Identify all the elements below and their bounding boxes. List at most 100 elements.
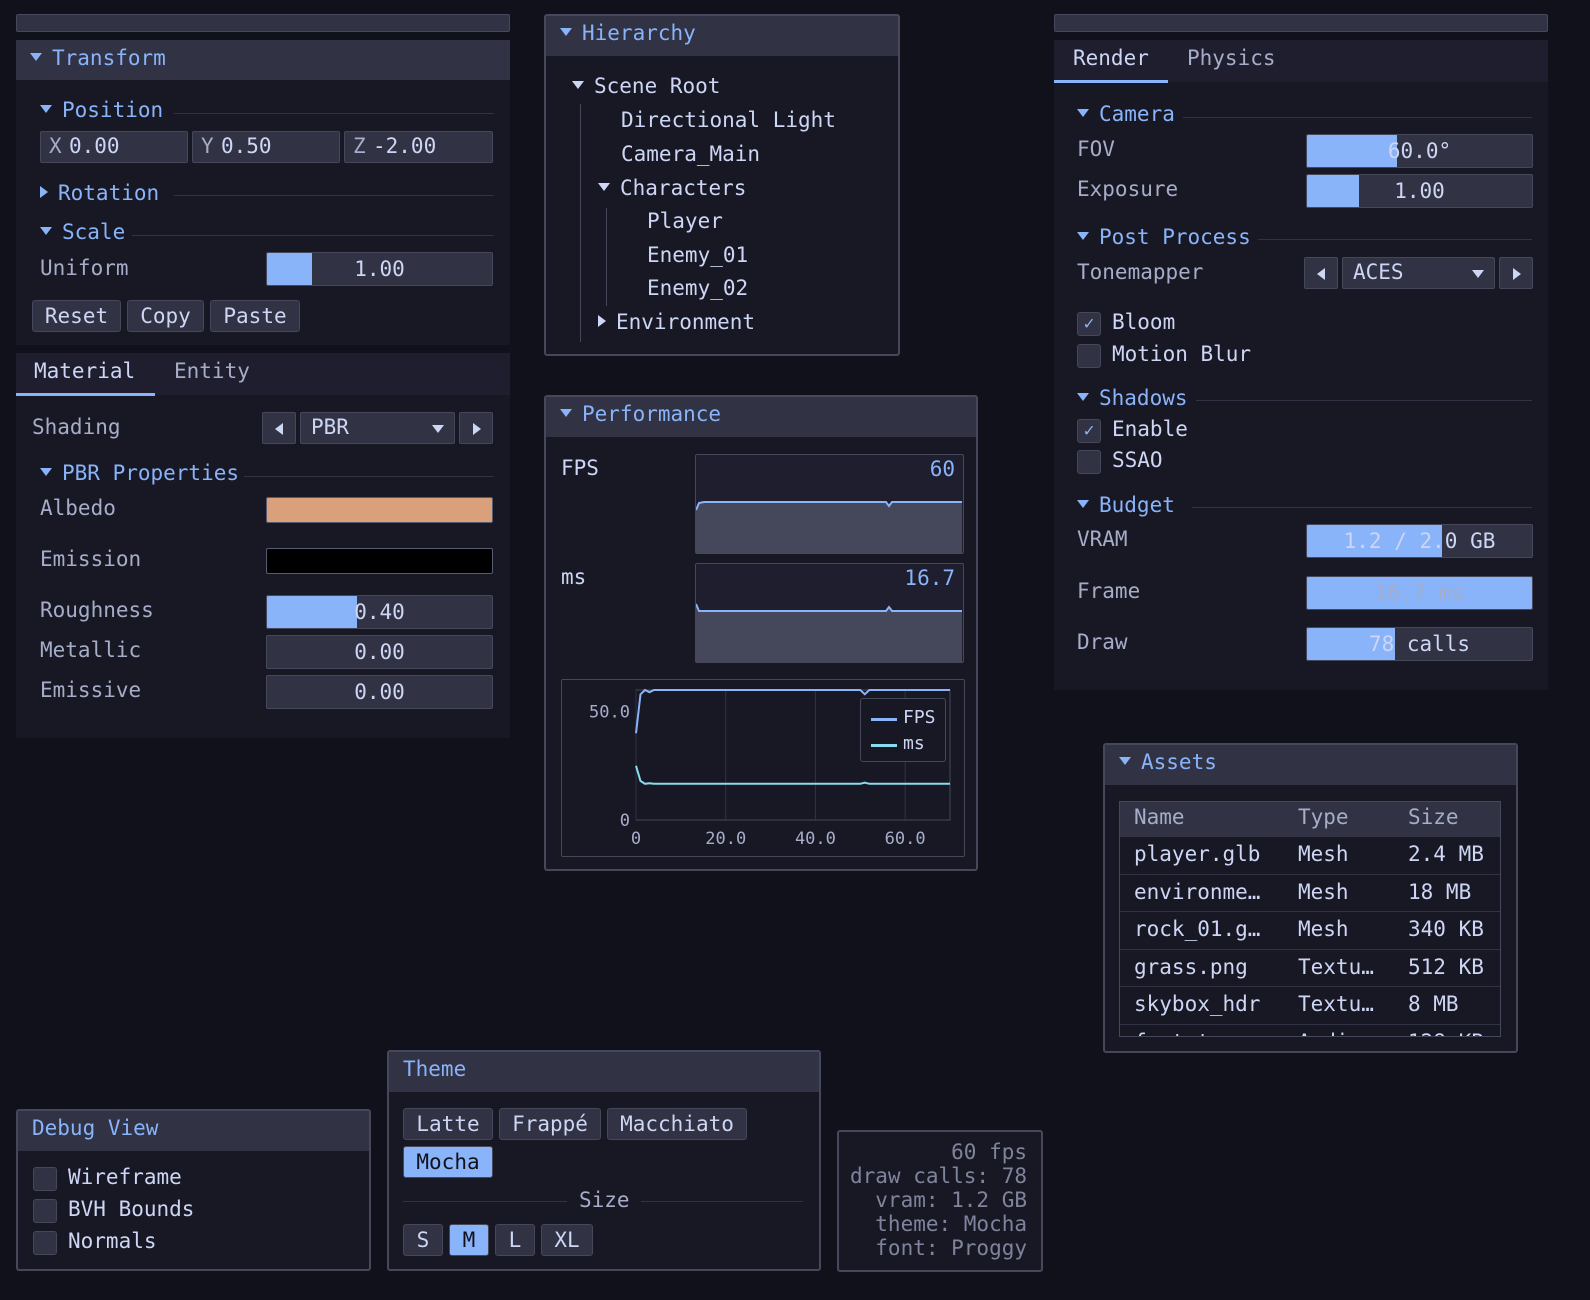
table-row[interactable]: grass.png Textu… 512 KB — [1120, 948, 1500, 988]
column-header-size[interactable]: Size — [1408, 805, 1459, 829]
emissive-slider[interactable]: 0.00 — [266, 675, 493, 709]
shadows-enable-checkbox[interactable]: ✓ — [1077, 419, 1101, 443]
wireframe-checkbox[interactable] — [33, 1167, 57, 1191]
bloom-checkbox[interactable]: ✓ — [1077, 312, 1101, 336]
cell-size: 512 KB — [1408, 954, 1484, 979]
tree-item-directional-light[interactable]: Directional Light — [621, 108, 836, 132]
divider — [1183, 117, 1532, 118]
table-row[interactable]: skybox_hdr Textu… 8 MB — [1120, 986, 1500, 1025]
transform-panel: Transform Position X 0.00 Y 0.50 Z -2.00… — [16, 40, 510, 345]
tree-item-enemy-01[interactable]: Enemy_01 — [647, 243, 748, 267]
table-row[interactable]: environme… Mesh 18 MB — [1120, 873, 1500, 913]
normals-checkbox[interactable] — [33, 1231, 57, 1255]
budget-section[interactable]: Budget — [1077, 493, 1175, 517]
ms-sparkline-area — [696, 604, 962, 662]
tonemapper-label: Tonemapper — [1077, 260, 1204, 284]
uniform-slider[interactable]: 1.00 — [266, 252, 493, 286]
shading-combo[interactable]: PBR — [300, 412, 455, 444]
post-process-section[interactable]: Post Process — [1077, 225, 1251, 249]
flavor-latte-button[interactable]: Latte — [403, 1108, 493, 1140]
exposure-slider[interactable]: 1.00 — [1306, 174, 1533, 208]
transform-title: Transform — [52, 46, 166, 70]
column-header-name[interactable]: Name — [1134, 805, 1185, 829]
paste-button[interactable]: Paste — [210, 300, 300, 332]
position-z-field[interactable]: Z -2.00 — [344, 131, 493, 163]
tree-item-characters[interactable]: Characters — [598, 176, 746, 200]
theme-window: Theme Latte Frappé Macchiato Mocha Size … — [387, 1050, 821, 1271]
theme-header[interactable]: Theme — [389, 1052, 819, 1092]
tab-underline — [16, 393, 155, 396]
vram-label: VRAM — [1077, 527, 1128, 551]
table-row[interactable]: player.glb Mesh 2.4 MB — [1120, 836, 1500, 875]
size-xl-button[interactable]: XL — [541, 1224, 593, 1256]
scale-section[interactable]: Scale — [40, 220, 125, 244]
emission-color-swatch[interactable] — [266, 548, 493, 574]
cell-name: grass.png — [1134, 954, 1248, 979]
tree-item-scene-root[interactable]: Scene Root — [572, 74, 720, 98]
cell-name: player.glb — [1134, 842, 1261, 866]
debug-view-header[interactable]: Debug View — [18, 1111, 369, 1151]
tree-item-environment[interactable]: Environment — [598, 310, 755, 334]
fov-slider[interactable]: 60.0° — [1306, 134, 1533, 168]
camera-section[interactable]: Camera — [1077, 102, 1175, 126]
shading-label: Shading — [32, 415, 121, 439]
transform-header[interactable]: Transform — [16, 40, 510, 80]
pbr-section[interactable]: PBR Properties — [40, 461, 239, 485]
position-section[interactable]: Position — [40, 98, 163, 122]
shading-next-button[interactable] — [459, 412, 493, 444]
size-l-button[interactable]: L — [495, 1224, 535, 1256]
ssao-checkbox[interactable] — [1077, 450, 1101, 474]
reset-button[interactable]: Reset — [32, 300, 121, 332]
x-value: 0.00 — [69, 134, 120, 158]
material-tabbar: Material Entity — [16, 353, 510, 396]
bvh-bounds-label: BVH Bounds — [68, 1197, 195, 1221]
tab-entity[interactable]: Entity — [174, 359, 250, 383]
motion-blur-checkbox[interactable] — [1077, 344, 1101, 368]
vram-value: 1.2 / 2.0 GB — [1343, 529, 1496, 553]
draw-label: Draw — [1077, 630, 1128, 654]
tree-item-player[interactable]: Player — [647, 209, 723, 233]
x-tick-label: 40.0 — [795, 829, 836, 849]
collapse-arrow-icon — [30, 53, 42, 61]
table-row[interactable]: rock_01.g… Mesh 340 KB — [1120, 911, 1500, 950]
size-m-button[interactable]: M — [449, 1224, 489, 1256]
albedo-color-swatch[interactable] — [266, 497, 493, 523]
performance-header[interactable]: Performance — [546, 397, 976, 437]
size-s-button[interactable]: S — [403, 1224, 443, 1256]
y-value: 0.50 — [221, 134, 272, 158]
column-header-type[interactable]: Type — [1298, 805, 1349, 829]
tree-item-camera-main[interactable]: Camera_Main — [621, 142, 760, 166]
hierarchy-header[interactable]: Hierarchy — [546, 16, 898, 56]
metallic-slider[interactable]: 0.00 — [266, 635, 493, 669]
tonemapper-next-button[interactable] — [1499, 257, 1533, 289]
copy-button[interactable]: Copy — [127, 300, 204, 332]
stats-theme: theme: Mocha — [875, 1212, 1027, 1236]
tree-item-enemy-02[interactable]: Enemy_02 — [647, 276, 748, 300]
tonemapper-combo[interactable]: ACES — [1342, 257, 1495, 289]
flavor-macchiato-button[interactable]: Macchiato — [607, 1108, 747, 1140]
flavor-mocha-button[interactable]: Mocha — [403, 1146, 493, 1178]
flavor-frappe-button[interactable]: Frappé — [499, 1108, 601, 1140]
roughness-slider[interactable]: 0.40 — [266, 595, 493, 629]
shading-prev-button[interactable] — [262, 412, 296, 444]
shadows-section[interactable]: Shadows — [1077, 386, 1188, 410]
cell-type: Textu… — [1298, 954, 1374, 979]
collapse-arrow-icon — [40, 105, 52, 113]
position-x-field[interactable]: X 0.00 — [40, 131, 188, 163]
tab-material[interactable]: Material — [34, 359, 135, 383]
divider — [1192, 507, 1532, 508]
albedo-label: Albedo — [40, 496, 116, 520]
assets-table: Name Type Size player.glb Mesh 2.4 MB envir… — [1119, 801, 1501, 1037]
performance-plot[interactable]: 0 20.0 40.0 60.0 0 50.0 FPS ms — [561, 679, 965, 857]
bvh-bounds-checkbox[interactable] — [33, 1199, 57, 1223]
ms-value: 16.7 — [904, 566, 955, 590]
stats-font: font: Proggy — [875, 1236, 1027, 1260]
tab-render[interactable]: Render — [1073, 46, 1149, 70]
draw-progress: 78 calls — [1306, 627, 1533, 661]
table-row[interactable]: footstep… Audio 128 KB — [1120, 1023, 1500, 1036]
position-y-field[interactable]: Y 0.50 — [192, 131, 340, 163]
assets-header[interactable]: Assets — [1105, 745, 1516, 785]
rotation-section[interactable]: Rotation — [40, 181, 159, 205]
tonemapper-prev-button[interactable] — [1304, 257, 1338, 289]
tab-physics[interactable]: Physics — [1187, 46, 1276, 70]
